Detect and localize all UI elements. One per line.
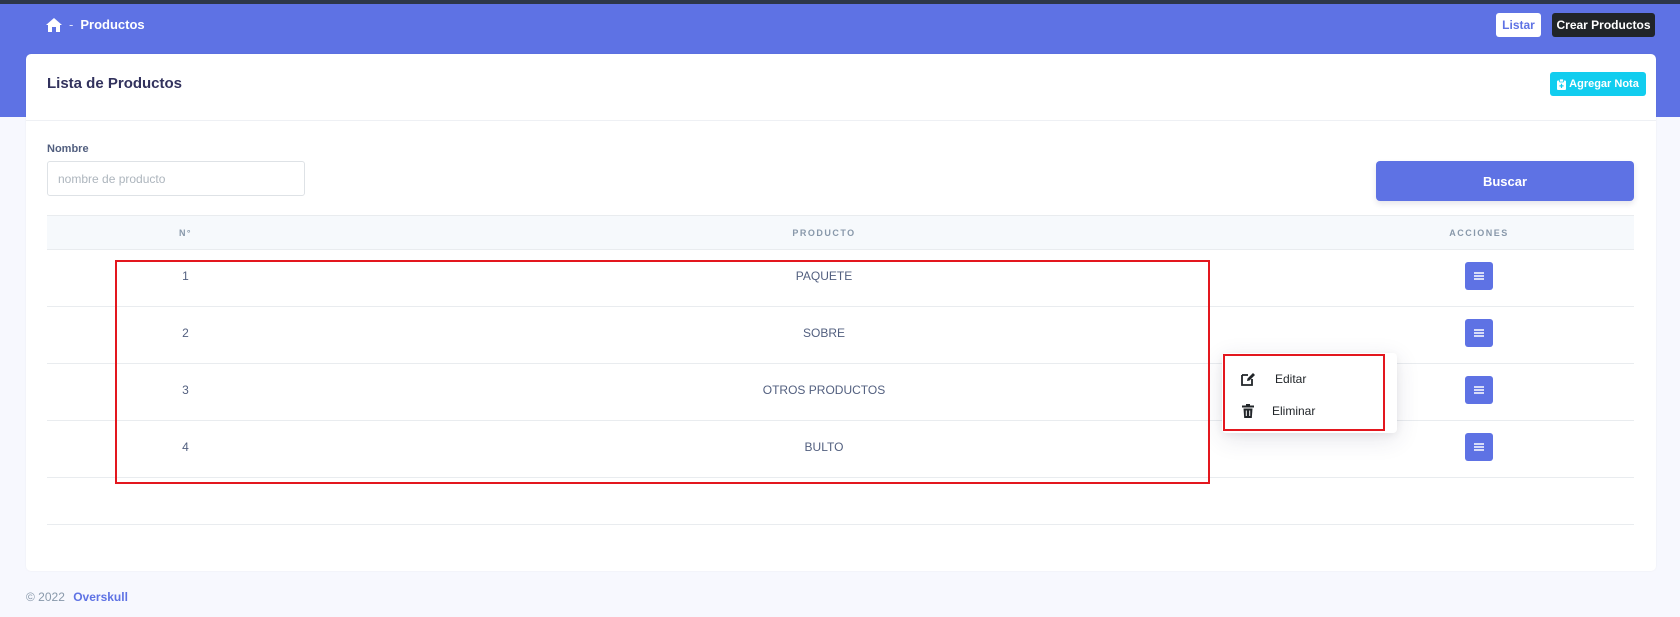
row-actions-button[interactable] [1465, 262, 1493, 290]
menu-icon [1474, 386, 1484, 394]
table-row: 1 PAQUETE [47, 250, 1634, 307]
dropdown-item-eliminar[interactable]: Eliminar [1222, 396, 1397, 426]
dropdown-item-label: Editar [1275, 372, 1307, 386]
menu-icon [1474, 329, 1484, 337]
row-product: BULTO [804, 440, 844, 454]
edit-icon [1241, 373, 1255, 386]
breadcrumb-separator: - [69, 17, 74, 32]
row-number: 1 [182, 269, 189, 283]
footer-brand-link[interactable]: Overskull [73, 590, 128, 604]
listar-button[interactable]: Listar [1496, 13, 1541, 37]
column-header-n: N° [178, 227, 193, 238]
row-product: OTROS PRODUCTOS [762, 383, 886, 397]
breadcrumb-current[interactable]: Productos [80, 17, 144, 32]
home-icon[interactable] [46, 17, 62, 32]
row-actions-button[interactable] [1465, 319, 1493, 347]
clipboard-plus-icon [1557, 78, 1567, 90]
footer-copyright: © 2022 [26, 590, 65, 604]
table-bottom-divider [47, 524, 1634, 525]
column-header-producto: PRODUCTO [792, 227, 856, 238]
footer: © 2022 Overskull [26, 590, 128, 604]
nombre-label: Nombre [47, 143, 89, 155]
products-card: Lista de Productos Agregar Nota Nombre B… [26, 54, 1656, 571]
row-product: PAQUETE [795, 269, 853, 283]
agregar-nota-label: Agregar Nota [1569, 78, 1639, 90]
row-number: 3 [182, 383, 189, 397]
table-header: N° PRODUCTO ACCIONES [47, 215, 1634, 250]
row-number: 4 [182, 440, 189, 454]
row-actions-button[interactable] [1465, 376, 1493, 404]
actions-dropdown-menu: Editar Eliminar [1222, 353, 1397, 433]
trash-icon [1242, 404, 1254, 418]
page-title: Lista de Productos [47, 75, 183, 92]
dropdown-item-editar[interactable]: Editar [1222, 364, 1397, 394]
nombre-input[interactable] [47, 161, 305, 196]
row-number: 2 [182, 326, 189, 340]
buscar-button[interactable]: Buscar [1376, 161, 1634, 201]
menu-icon [1474, 443, 1484, 451]
breadcrumb: - Productos [46, 17, 145, 32]
row-actions-button[interactable] [1465, 433, 1493, 461]
crear-productos-button[interactable]: Crear Productos [1552, 13, 1655, 37]
dropdown-item-label: Eliminar [1272, 404, 1316, 418]
column-header-acciones: ACCIONES [1449, 227, 1509, 238]
row-product: SOBRE [802, 326, 845, 340]
menu-icon [1474, 272, 1484, 280]
card-divider [26, 120, 1656, 121]
agregar-nota-button[interactable]: Agregar Nota [1550, 72, 1646, 96]
